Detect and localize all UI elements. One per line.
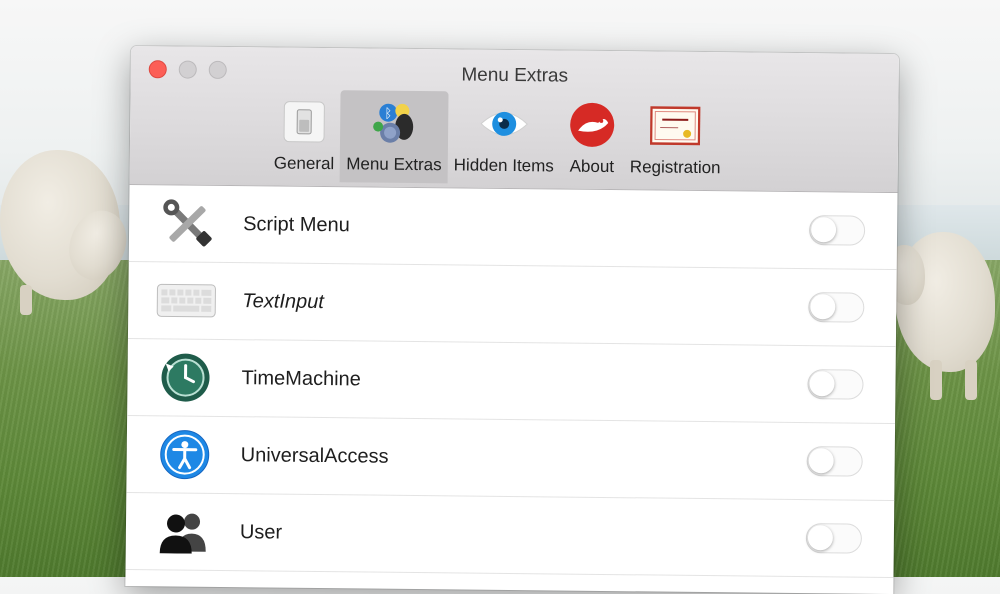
tab-about[interactable]: About [560, 93, 625, 186]
menu-extras-list: Script Menu TextInput [126, 185, 898, 578]
script-menu-toggle[interactable] [809, 215, 865, 246]
item-label: TimeMachine [241, 367, 361, 391]
user-toggle[interactable] [806, 523, 862, 554]
window-title: Menu Extras [131, 61, 899, 91]
textinput-toggle[interactable] [808, 292, 864, 323]
titlebar: Menu Extras General ᛒ [130, 46, 899, 193]
tab-label: Menu Extras [346, 154, 442, 175]
license-certificate-icon [649, 99, 702, 152]
tab-label: General [274, 154, 335, 175]
tab-label: Registration [630, 157, 721, 178]
eye-icon [478, 98, 531, 151]
tab-label: Hidden Items [454, 155, 554, 176]
list-item: TextInput [128, 262, 897, 347]
keyboard-icon [156, 272, 217, 329]
item-label: Script Menu [243, 213, 350, 237]
item-label: User [240, 521, 282, 544]
list-item: User [126, 493, 895, 578]
universalaccess-toggle[interactable] [807, 446, 863, 477]
list-item: UniversalAccess [126, 416, 895, 501]
svg-text:ᛒ: ᛒ [385, 107, 393, 122]
accessibility-icon [154, 426, 215, 483]
item-label: TextInput [242, 290, 324, 314]
item-label: UniversalAccess [241, 444, 389, 469]
tab-menu-extras[interactable]: ᛒ Menu Extras [340, 90, 448, 183]
tab-label: About [570, 157, 615, 177]
tab-hidden-items[interactable]: Hidden Items [448, 91, 561, 184]
tab-registration[interactable]: Registration [624, 93, 728, 186]
preferences-window: Menu Extras General ᛒ [125, 46, 899, 594]
tools-icon [157, 195, 218, 252]
time-machine-icon [155, 349, 216, 406]
toolbar: General ᛒ Menu Extras [268, 89, 728, 186]
tab-general[interactable]: General [268, 89, 341, 182]
list-item: TimeMachine [127, 339, 896, 424]
users-icon [154, 503, 215, 560]
switch-icon [278, 96, 331, 149]
menu-extras-icon: ᛒ [368, 96, 421, 149]
bartender-logo-icon [566, 99, 619, 152]
timemachine-toggle[interactable] [807, 369, 863, 400]
list-item: Script Menu [129, 185, 898, 270]
